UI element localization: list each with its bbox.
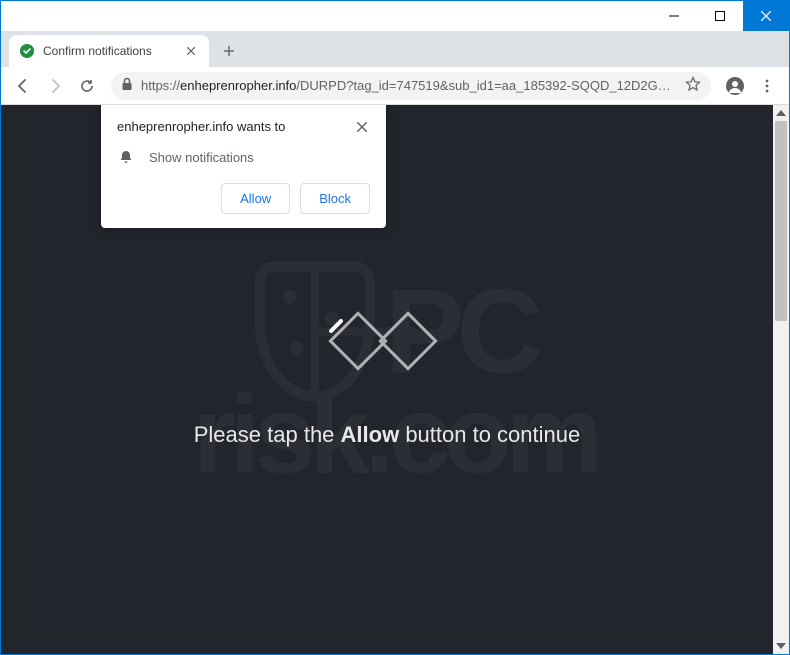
new-tab-button[interactable]	[215, 37, 243, 65]
vertical-scrollbar[interactable]	[773, 105, 789, 654]
permission-popup-close-button[interactable]	[354, 119, 370, 135]
reload-button[interactable]	[73, 72, 101, 100]
url-host: enheprenropher.info	[180, 78, 296, 93]
lock-icon	[121, 77, 133, 94]
permission-popup-title: enheprenropher.info wants to	[117, 119, 285, 134]
menu-button[interactable]	[753, 72, 781, 100]
window-title-bar	[1, 1, 789, 31]
reload-icon	[79, 78, 95, 94]
tab-strip: Confirm notifications	[1, 31, 789, 67]
arrow-left-icon	[15, 78, 31, 94]
tab-title: Confirm notifications	[43, 44, 175, 58]
scroll-down-arrow-icon[interactable]	[773, 638, 789, 654]
instruction-suffix: button to continue	[399, 422, 580, 447]
close-icon	[357, 122, 367, 132]
instruction-text: Please tap the Allow button to continue	[194, 422, 580, 448]
permission-row: Show notifications	[117, 149, 370, 165]
instruction-bold: Allow	[341, 422, 400, 447]
forward-button[interactable]	[41, 72, 69, 100]
instruction-prefix: Please tap the	[194, 422, 341, 447]
back-button[interactable]	[9, 72, 37, 100]
url-path: /DURPD?tag_id=747519&sub_id1=aa_185392-S…	[296, 78, 677, 93]
scrollbar-thumb[interactable]	[775, 121, 787, 321]
minimize-icon	[669, 11, 679, 21]
window-maximize-button[interactable]	[697, 1, 743, 31]
browser-window: Confirm notifications https://enheprenro…	[0, 0, 790, 655]
browser-tab[interactable]: Confirm notifications	[9, 35, 209, 67]
notification-permission-popup: enheprenropher.info wants to Show notifi…	[101, 105, 386, 228]
permission-label: Show notifications	[149, 150, 254, 165]
bookmark-star-icon[interactable]	[685, 76, 701, 95]
url-text: https://enheprenropher.info/DURPD?tag_id…	[141, 78, 677, 93]
window-minimize-button[interactable]	[651, 1, 697, 31]
maximize-icon	[715, 11, 725, 21]
profile-icon	[725, 76, 745, 96]
block-button[interactable]: Block	[300, 183, 370, 214]
tab-favicon-icon	[19, 43, 35, 59]
tab-close-button[interactable]	[183, 43, 199, 59]
window-close-button[interactable]	[743, 1, 789, 31]
url-scheme: https://	[141, 78, 180, 93]
kebab-menu-icon	[760, 79, 774, 93]
loader-animation	[327, 312, 447, 372]
close-icon	[187, 47, 195, 55]
bell-icon	[117, 149, 135, 165]
plus-icon	[223, 45, 235, 57]
allow-button[interactable]: Allow	[221, 183, 290, 214]
address-bar[interactable]: https://enheprenropher.info/DURPD?tag_id…	[111, 72, 711, 100]
close-icon	[761, 11, 771, 21]
profile-button[interactable]	[721, 72, 749, 100]
browser-toolbar: https://enheprenropher.info/DURPD?tag_id…	[1, 67, 789, 105]
arrow-right-icon	[47, 78, 63, 94]
content-area: Please tap the Allow button to continue …	[1, 105, 789, 654]
scroll-up-arrow-icon[interactable]	[773, 105, 789, 121]
